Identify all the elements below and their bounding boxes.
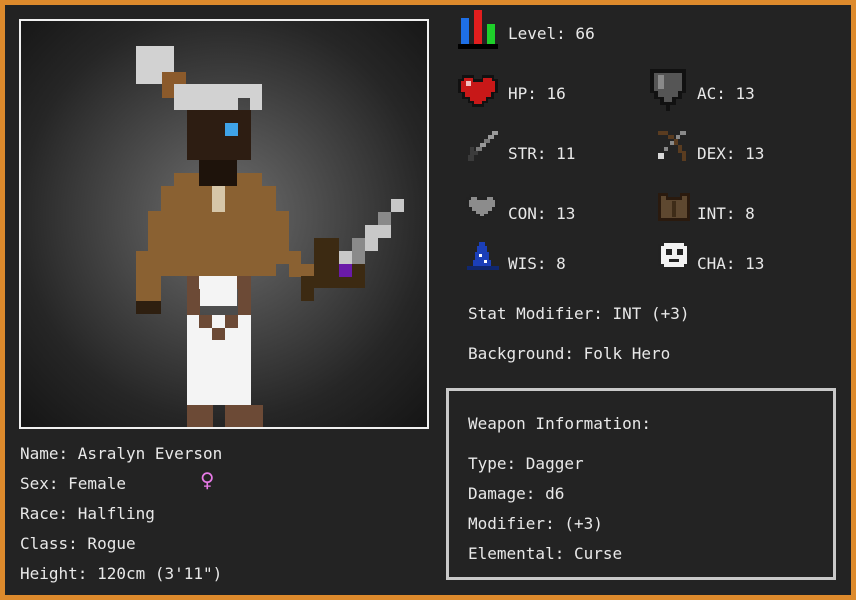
background: Background: Folk Hero [468, 344, 671, 363]
shield-icon [650, 69, 686, 111]
heart-icon [458, 75, 498, 107]
weapon-elemental: Elemental: Curse [468, 544, 623, 563]
ac-value: AC: 13 [697, 84, 755, 103]
character-name: Name: Asralyn Everson [20, 444, 223, 463]
female-symbol-icon: ♀ [200, 466, 215, 494]
character-height: Height: 120cm (3'11") [20, 564, 223, 583]
level-value: Level: 66 [508, 24, 595, 43]
character-class: Class: Rogue [20, 534, 136, 553]
stat-modifier: Stat Modifier: INT (+3) [468, 304, 690, 323]
character-portrait [19, 19, 429, 429]
cha-value: CHA: 13 [697, 254, 765, 273]
sword-icon [468, 131, 498, 161]
gray-heart-icon [466, 194, 498, 219]
weapon-damage: Damage: d6 [468, 484, 565, 503]
weapon-heading: Weapon Information: [468, 414, 652, 433]
str-value: STR: 11 [508, 144, 576, 163]
leather-armor-icon [658, 193, 690, 221]
weapon-type: Type: Dagger [468, 454, 584, 473]
hp-value: HP: 16 [508, 84, 566, 103]
bow-icon [658, 131, 686, 161]
con-value: CON: 13 [508, 204, 576, 223]
mask-icon [658, 240, 690, 270]
character-card: Name: Asralyn Everson Sex: Female ♀ Race… [5, 5, 851, 595]
wis-value: WIS: 8 [508, 254, 566, 273]
bar-chart-icon [458, 10, 498, 49]
dex-value: DEX: 13 [697, 144, 765, 163]
wizard-hat-icon [467, 242, 499, 270]
int-value: INT: 8 [697, 204, 755, 223]
character-sprite [136, 46, 404, 427]
weapon-modifier: Modifier: (+3) [468, 514, 603, 533]
character-sex: Sex: Female [20, 474, 126, 493]
character-race: Race: Halfling [20, 504, 155, 523]
